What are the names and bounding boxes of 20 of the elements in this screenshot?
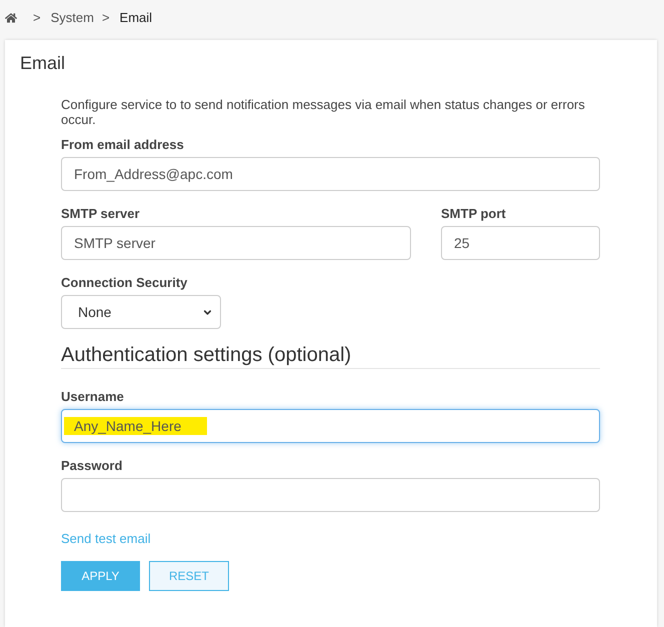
field-label: Password — [61, 458, 122, 473]
dropdown-select[interactable]: None — [61, 295, 221, 329]
breadcrumb-current: Email — [120, 9, 152, 28]
field-label: From email address — [61, 137, 184, 152]
input-field[interactable]: 25 — [441, 226, 600, 260]
input-field[interactable]: From_Address@apc.com — [61, 157, 600, 191]
card-title: Email — [20, 52, 66, 74]
field-label: SMTP port — [441, 206, 506, 221]
field-label: Username — [61, 389, 124, 404]
password-field[interactable] — [61, 478, 600, 512]
home-icon[interactable] — [5, 12, 17, 24]
field-label: Connection Security — [61, 275, 188, 290]
section-heading: Authentication settings (optional) — [61, 343, 600, 369]
field-label: SMTP server — [61, 206, 140, 221]
breadcrumb-separator: > — [33, 9, 41, 28]
input-field[interactable]: Any_Name_Here — [61, 409, 600, 443]
breadcrumb-separator: > — [102, 9, 110, 28]
breadcrumb-link[interactable]: System — [50, 8, 94, 28]
description-text: Configure service to to send notification messages via email when status changes or errors occur. — [61, 97, 586, 127]
input-field[interactable]: SMTP server — [61, 226, 411, 260]
